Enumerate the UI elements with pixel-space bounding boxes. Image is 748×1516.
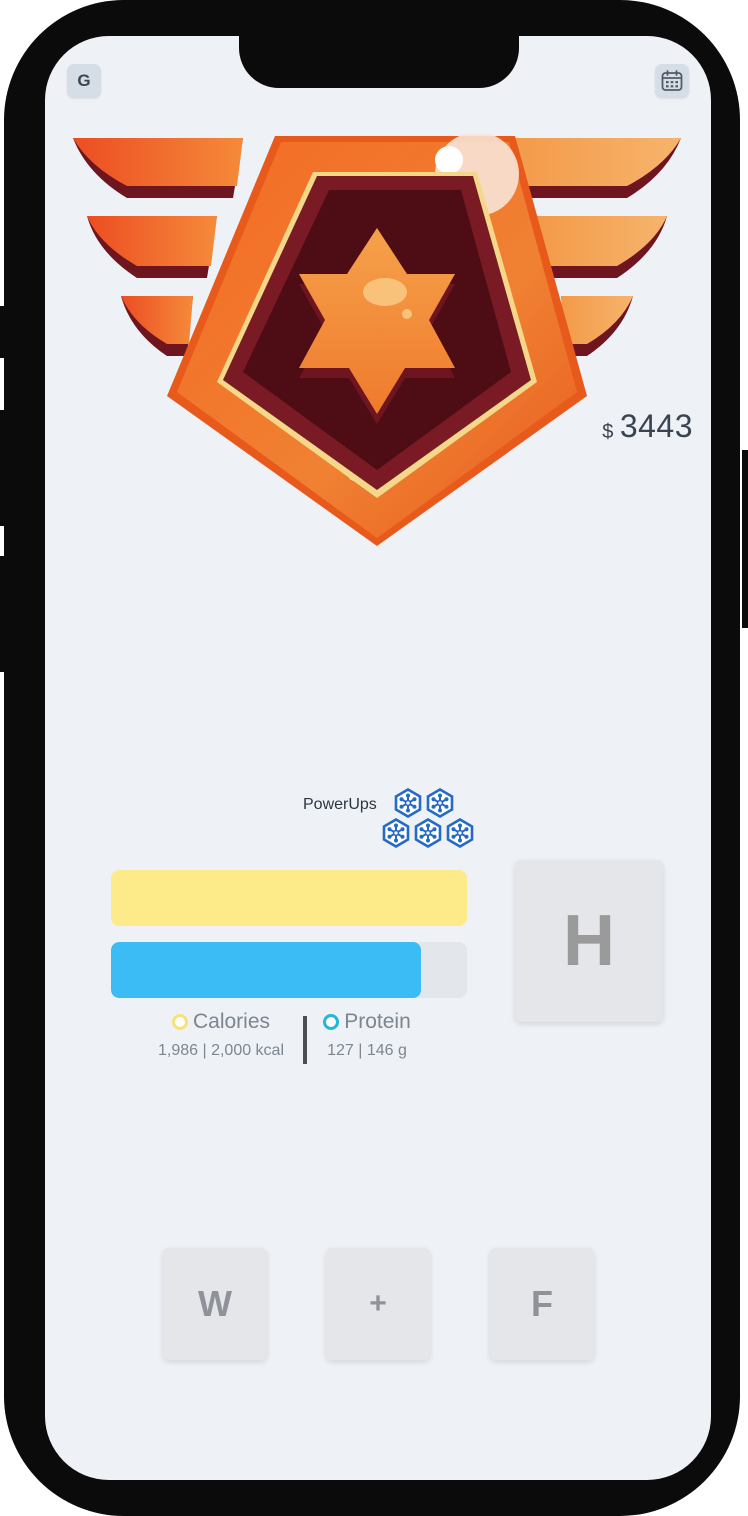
powerups-label: PowerUps	[303, 796, 377, 813]
calories-label: Calories	[192, 1010, 271, 1033]
calories-progress-fill	[111, 870, 467, 926]
calories-dot-icon	[171, 1014, 188, 1030]
powerups-icons	[381, 788, 474, 854]
calories-value: 1,986 | 2,000 kcal	[157, 1042, 285, 1059]
f-button[interactable]: F	[490, 1248, 594, 1360]
app-screen: G $ 3443 PowerUps H Calories 1,986 | 2,0…	[45, 36, 711, 1480]
balance-display: $3443	[602, 408, 693, 445]
protein-label: Protein	[344, 1010, 411, 1033]
g-button[interactable]: G	[67, 64, 101, 98]
snowflake-hex-icon	[382, 818, 410, 848]
w-button[interactable]: W	[163, 1248, 267, 1360]
power-button	[742, 450, 748, 628]
phone-frame: G $ 3443 PowerUps H Calories 1,986 | 2,0…	[4, 0, 740, 1516]
protein-progress-bar	[111, 942, 467, 998]
calendar-button[interactable]	[655, 64, 689, 98]
calories-progress-bar	[111, 870, 467, 926]
legend-divider	[303, 1016, 307, 1064]
powerups-indicator[interactable]: PowerUps	[303, 788, 474, 854]
add-button[interactable]: +	[326, 1248, 430, 1360]
currency-symbol: $	[602, 421, 614, 443]
balance-amount: 3443	[619, 408, 693, 444]
snowflake-hex-icon	[426, 788, 454, 818]
snowflake-hex-icon	[446, 818, 474, 848]
snowflake-hex-icon	[414, 818, 442, 848]
rank-badge-image	[73, 134, 681, 546]
protein-value: 127 | 146 g	[327, 1042, 407, 1059]
h-button[interactable]: H	[515, 860, 663, 1022]
calories-legend: Calories 1,986 | 2,000 kcal	[145, 1010, 297, 1060]
protein-progress-fill	[111, 942, 421, 998]
snowflake-hex-icon	[394, 788, 422, 818]
protein-dot-icon	[323, 1014, 340, 1030]
calendar-icon	[661, 70, 683, 91]
protein-legend: Protein 127 | 146 g	[315, 1010, 419, 1060]
notch	[239, 36, 519, 88]
